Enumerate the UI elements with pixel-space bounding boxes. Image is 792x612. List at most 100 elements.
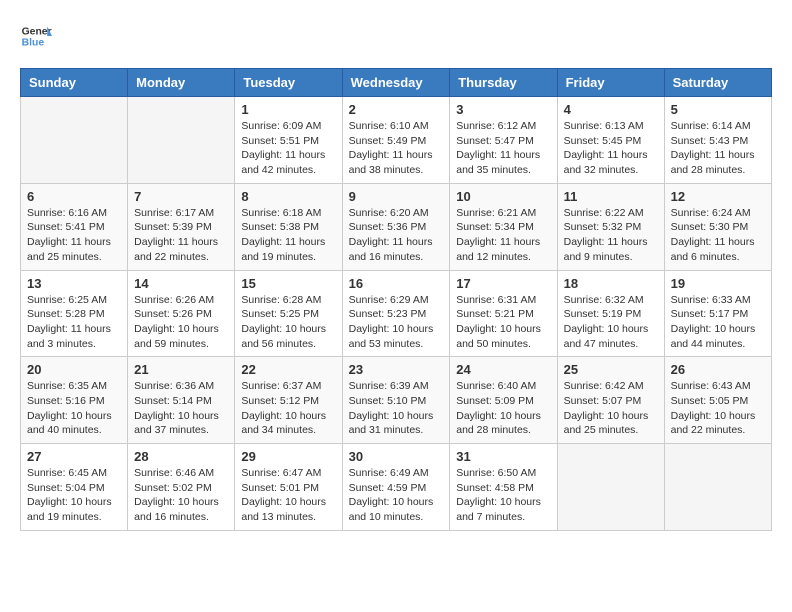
day-number: 30 [349, 449, 444, 464]
day-number: 29 [241, 449, 335, 464]
day-number: 25 [564, 362, 658, 377]
day-info: Sunrise: 6:17 AM Sunset: 5:39 PM Dayligh… [134, 206, 228, 265]
day-number: 19 [671, 276, 765, 291]
calendar-cell: 9 Sunrise: 6:20 AM Sunset: 5:36 PM Daylig… [342, 183, 450, 270]
day-number: 4 [564, 102, 658, 117]
day-number: 15 [241, 276, 335, 291]
day-info: Sunrise: 6:45 AM Sunset: 5:04 PM Dayligh… [27, 466, 121, 525]
calendar-cell [128, 97, 235, 184]
svg-text:Blue: Blue [22, 38, 45, 49]
week-row-4: 20Sunrise: 6:35 AM Sunset: 5:16 PM Dayli… [21, 357, 772, 444]
day-info: Sunrise: 6:50 AM Sunset: 4:58 PM Dayligh… [456, 466, 550, 525]
header-row: SundayMondayTuesdayWednesdayThursdayFrid… [21, 69, 772, 97]
calendar-cell: 6 Sunrise: 6:16 AM Sunset: 5:41 PM Daylig… [21, 183, 128, 270]
calendar-cell: 15 Sunrise: 6:28 AM Sunset: 5:25 PM Dayli… [235, 270, 342, 357]
day-number: 9 [349, 189, 444, 204]
day-number: 23 [349, 362, 444, 377]
page-header: General Blue [20, 20, 772, 52]
day-info: Sunrise: 6:22 AM Sunset: 5:32 PM Dayligh… [564, 206, 658, 265]
calendar-cell: 23 Sunrise: 6:39 AM Sunset: 5:10 PM Dayli… [342, 357, 450, 444]
day-number: 22 [241, 362, 335, 377]
day-info: Sunrise: 6:25 AM Sunset: 5:28 PM Dayligh… [27, 293, 121, 352]
week-row-5: 27 Sunrise: 6:45 AM Sunset: 5:04 PM Dayli… [21, 444, 772, 531]
logo: General Blue [20, 20, 52, 52]
day-number: 2 [349, 102, 444, 117]
day-info: Sunrise: 6:09 AM Sunset: 5:51 PM Dayligh… [241, 119, 335, 178]
calendar-cell: 27 Sunrise: 6:45 AM Sunset: 5:04 PM Dayli… [21, 444, 128, 531]
day-info: Sunrise: 6:10 AM Sunset: 5:49 PM Dayligh… [349, 119, 444, 178]
day-info: Sunrise: 6:39 AM Sunset: 5:10 PM Dayligh… [349, 379, 444, 438]
day-header-monday: Monday [128, 69, 235, 97]
calendar-cell: 12 Sunrise: 6:24 AM Sunset: 5:30 PM Dayli… [664, 183, 771, 270]
day-number: 26 [671, 362, 765, 377]
day-number: 5 [671, 102, 765, 117]
calendar-cell: 30 Sunrise: 6:49 AM Sunset: 4:59 PM Dayli… [342, 444, 450, 531]
day-info: Sunrise: 6:28 AM Sunset: 5:25 PM Dayligh… [241, 293, 335, 352]
calendar-cell [664, 444, 771, 531]
calendar-cell: 1 Sunrise: 6:09 AM Sunset: 5:51 PM Daylig… [235, 97, 342, 184]
day-info: Sunrise: 6:36 AM Sunset: 5:14 PM Dayligh… [134, 379, 228, 438]
week-row-3: 13 Sunrise: 6:25 AM Sunset: 5:28 PM Dayli… [21, 270, 772, 357]
day-info: Sunrise: 6:35 AM Sunset: 5:16 PM Dayligh… [27, 379, 121, 438]
day-number: 3 [456, 102, 550, 117]
calendar-cell: 5Sunrise: 6:14 AM Sunset: 5:43 PM Daylig… [664, 97, 771, 184]
calendar-cell: 25 Sunrise: 6:42 AM Sunset: 5:07 PM Dayli… [557, 357, 664, 444]
day-number: 11 [564, 189, 658, 204]
week-row-2: 6 Sunrise: 6:16 AM Sunset: 5:41 PM Daylig… [21, 183, 772, 270]
calendar-cell: 31 Sunrise: 6:50 AM Sunset: 4:58 PM Dayli… [450, 444, 557, 531]
calendar-cell: 24Sunrise: 6:40 AM Sunset: 5:09 PM Dayli… [450, 357, 557, 444]
day-header-sunday: Sunday [21, 69, 128, 97]
calendar-cell: 14Sunrise: 6:26 AM Sunset: 5:26 PM Dayli… [128, 270, 235, 357]
day-info: Sunrise: 6:29 AM Sunset: 5:23 PM Dayligh… [349, 293, 444, 352]
day-info: Sunrise: 6:18 AM Sunset: 5:38 PM Dayligh… [241, 206, 335, 265]
calendar-cell: 16 Sunrise: 6:29 AM Sunset: 5:23 PM Dayli… [342, 270, 450, 357]
day-number: 16 [349, 276, 444, 291]
calendar-cell: 28 Sunrise: 6:46 AM Sunset: 5:02 PM Dayli… [128, 444, 235, 531]
day-info: Sunrise: 6:42 AM Sunset: 5:07 PM Dayligh… [564, 379, 658, 438]
day-number: 21 [134, 362, 228, 377]
calendar-cell: 7 Sunrise: 6:17 AM Sunset: 5:39 PM Daylig… [128, 183, 235, 270]
day-info: Sunrise: 6:13 AM Sunset: 5:45 PM Dayligh… [564, 119, 658, 178]
day-info: Sunrise: 6:32 AM Sunset: 5:19 PM Dayligh… [564, 293, 658, 352]
day-number: 13 [27, 276, 121, 291]
day-number: 8 [241, 189, 335, 204]
day-number: 31 [456, 449, 550, 464]
calendar-cell: 18Sunrise: 6:32 AM Sunset: 5:19 PM Dayli… [557, 270, 664, 357]
day-number: 12 [671, 189, 765, 204]
day-header-saturday: Saturday [664, 69, 771, 97]
calendar-cell: 21 Sunrise: 6:36 AM Sunset: 5:14 PM Dayli… [128, 357, 235, 444]
day-number: 27 [27, 449, 121, 464]
calendar-cell: 8 Sunrise: 6:18 AM Sunset: 5:38 PM Daylig… [235, 183, 342, 270]
day-info: Sunrise: 6:12 AM Sunset: 5:47 PM Dayligh… [456, 119, 550, 178]
day-number: 24 [456, 362, 550, 377]
day-number: 17 [456, 276, 550, 291]
calendar-cell: 13 Sunrise: 6:25 AM Sunset: 5:28 PM Dayli… [21, 270, 128, 357]
calendar-cell: 19Sunrise: 6:33 AM Sunset: 5:17 PM Dayli… [664, 270, 771, 357]
calendar-table: SundayMondayTuesdayWednesdayThursdayFrid… [20, 68, 772, 531]
day-info: Sunrise: 6:20 AM Sunset: 5:36 PM Dayligh… [349, 206, 444, 265]
day-info: Sunrise: 6:37 AM Sunset: 5:12 PM Dayligh… [241, 379, 335, 438]
day-header-thursday: Thursday [450, 69, 557, 97]
day-info: Sunrise: 6:26 AM Sunset: 5:26 PM Dayligh… [134, 293, 228, 352]
day-number: 10 [456, 189, 550, 204]
day-info: Sunrise: 6:16 AM Sunset: 5:41 PM Dayligh… [27, 206, 121, 265]
day-info: Sunrise: 6:24 AM Sunset: 5:30 PM Dayligh… [671, 206, 765, 265]
calendar-cell: 26Sunrise: 6:43 AM Sunset: 5:05 PM Dayli… [664, 357, 771, 444]
day-number: 6 [27, 189, 121, 204]
day-info: Sunrise: 6:47 AM Sunset: 5:01 PM Dayligh… [241, 466, 335, 525]
calendar-cell: 10Sunrise: 6:21 AM Sunset: 5:34 PM Dayli… [450, 183, 557, 270]
calendar-cell [21, 97, 128, 184]
calendar-cell: 3 Sunrise: 6:12 AM Sunset: 5:47 PM Daylig… [450, 97, 557, 184]
calendar-cell: 2 Sunrise: 6:10 AM Sunset: 5:49 PM Daylig… [342, 97, 450, 184]
calendar-cell: 17Sunrise: 6:31 AM Sunset: 5:21 PM Dayli… [450, 270, 557, 357]
day-number: 7 [134, 189, 228, 204]
day-number: 1 [241, 102, 335, 117]
calendar-cell: 20Sunrise: 6:35 AM Sunset: 5:16 PM Dayli… [21, 357, 128, 444]
day-number: 28 [134, 449, 228, 464]
day-info: Sunrise: 6:46 AM Sunset: 5:02 PM Dayligh… [134, 466, 228, 525]
logo-icon: General Blue [20, 20, 52, 52]
day-info: Sunrise: 6:49 AM Sunset: 4:59 PM Dayligh… [349, 466, 444, 525]
day-header-friday: Friday [557, 69, 664, 97]
calendar-cell: 29 Sunrise: 6:47 AM Sunset: 5:01 PM Dayli… [235, 444, 342, 531]
day-header-wednesday: Wednesday [342, 69, 450, 97]
